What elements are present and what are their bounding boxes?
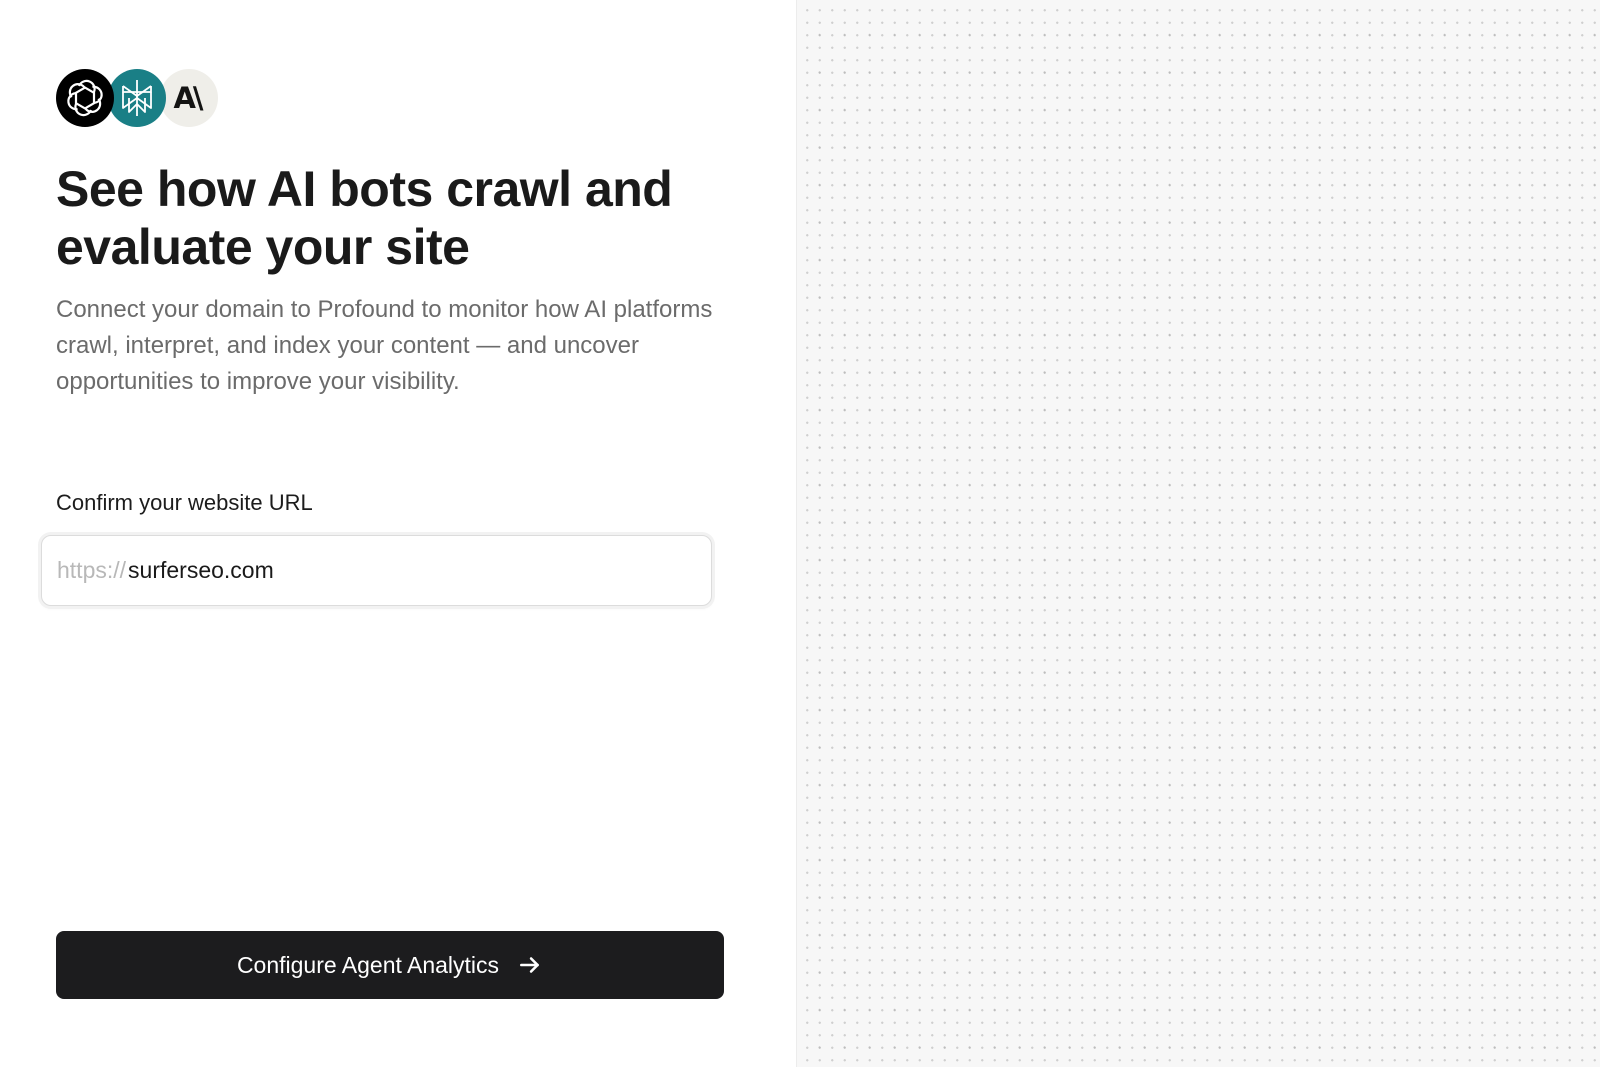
onboarding-page: A\ See how AI bots crawl and evaluate yo… xyxy=(0,0,1600,1067)
url-input[interactable] xyxy=(128,557,689,584)
perplexity-logo-icon xyxy=(108,69,166,127)
button-label: Configure Agent Analytics xyxy=(236,951,500,978)
url-prefix: https:// xyxy=(57,557,127,583)
url-field[interactable]: https:// xyxy=(41,535,712,606)
anthropic-logo-icon: A\ xyxy=(160,69,218,127)
dotted-pattern-panel xyxy=(797,0,1600,1067)
configure-agent-analytics-button[interactable]: Configure Agent Analytics xyxy=(56,931,724,999)
page-description: Connect your domain to Profound to monit… xyxy=(56,296,713,395)
url-field-label: Confirm your website URL xyxy=(56,490,313,515)
left-panel: A\ See how AI bots crawl and evaluate yo… xyxy=(0,0,796,1067)
page-title: See how AI bots crawl and evaluate your … xyxy=(56,161,673,275)
anthropic-logo-mark: A\ xyxy=(173,81,203,115)
ai-logos-group: A\ xyxy=(56,69,236,127)
openai-logo-icon xyxy=(56,69,114,127)
arrow-right-icon xyxy=(517,952,543,978)
